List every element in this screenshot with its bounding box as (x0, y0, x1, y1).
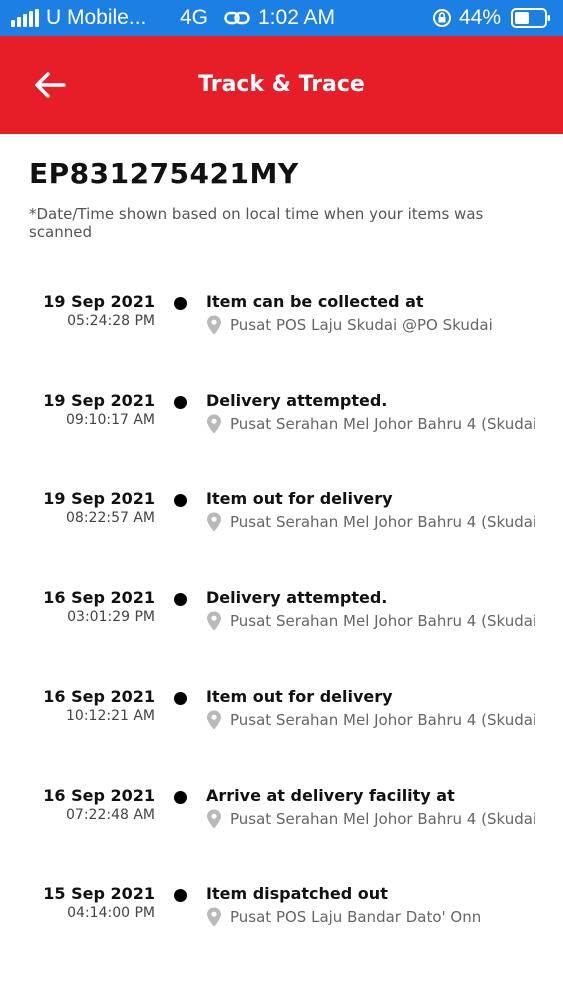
tracking-event: 19 Sep 2021 08:22:57 AM Item out for deliv… (0, 489, 563, 549)
link-icon (224, 11, 250, 25)
event-status: Item dispatched out (206, 884, 388, 904)
location-pin-icon (207, 414, 221, 434)
page-title: Track & Trace (198, 72, 365, 97)
location-pin-icon (207, 611, 221, 631)
event-status: Arrive at delivery facility at (206, 785, 455, 805)
event-time: 05:24:28 PM (67, 313, 155, 329)
tracking-event: 16 Sep 2021 07:22:48 AM Arrive at delivery… (0, 786, 563, 846)
event-location: Pusat Serahan Mel Johor Bahru 4 (Skudai) (206, 809, 535, 831)
app-header: Track & Trace (0, 36, 563, 134)
event-status: Delivery attempted. (206, 588, 388, 608)
event-time: 10:12:21 AM (66, 707, 155, 724)
event-time: 08:22:57 AM (66, 510, 155, 527)
event-location-text: Pusat POS Laju Skudai @PO Skudai (230, 316, 493, 334)
event-location: Pusat POS Laju Bandar Dato' Onn (206, 907, 535, 929)
event-date: 19 Sep 2021 (43, 292, 155, 311)
timezone-note: *Date/Time shown based on local time whe… (29, 205, 484, 241)
event-location-text: Pusat Serahan Mel Johor Bahru 4 (Skudai) (230, 513, 535, 532)
event-location-text: Pusat Serahan Mel Johor Bahru 4 (Skudai) (230, 710, 535, 729)
rotation-lock-icon (433, 9, 451, 27)
event-time: 04:14:00 PM (67, 905, 155, 922)
event-date: 16 Sep 2021 (43, 686, 155, 706)
event-status: Item can be collected at (206, 292, 424, 311)
network-type: 4G (180, 6, 209, 29)
tracking-event: 16 Sep 2021 10:12:21 AM Item out for deliv… (0, 687, 563, 747)
timeline-dot (174, 494, 187, 508)
event-time: 09:10:17 AM (66, 411, 155, 428)
event-location: Pusat Serahan Mel Johor Bahru 4 (Skudai) (206, 710, 535, 732)
location-pin-icon (207, 315, 221, 335)
timeline-dot (174, 593, 187, 607)
tracking-event: 15 Sep 2021 04:14:00 PM Item dispatched ou… (0, 884, 563, 944)
location-pin-icon (207, 809, 221, 828)
tracking-event: 19 Sep 2021 05:24:28 PM Item can be collec… (0, 292, 563, 352)
tracking-event: 19 Sep 2021 09:10:17 AM Delivery attempted… (0, 391, 563, 451)
event-date: 16 Sep 2021 (43, 785, 155, 805)
event-date: 19 Sep 2021 (43, 489, 155, 509)
timeline-dot (174, 790, 187, 804)
event-location: Pusat Serahan Mel Johor Bahru 4 (Skudai) (206, 512, 535, 534)
status-bar: U Mobile... 4G 1:02 AM 44% (0, 0, 563, 36)
tracking-number: EP831275421MY (29, 157, 299, 190)
timeline-dot (174, 297, 187, 310)
event-location-text: Pusat POS Laju Bandar Dato' Onn (230, 908, 482, 927)
location-pin-icon (207, 710, 221, 730)
location-pin-icon (207, 907, 221, 927)
event-location-text: Pusat Serahan Mel Johor Bahru 4 (Skudai) (230, 612, 535, 631)
event-location-text: Pusat Serahan Mel Johor Bahru 4 (Skudai) (230, 809, 535, 828)
event-status: Delivery attempted. (206, 390, 388, 410)
event-time: 03:01:29 PM (67, 609, 155, 626)
event-location: Pusat Serahan Mel Johor Bahru 4 (Skudai) (206, 414, 535, 436)
carrier-name: U Mobile... (46, 6, 147, 29)
event-date: 19 Sep 2021 (43, 390, 155, 410)
clock: 1:02 AM (258, 6, 336, 29)
event-time: 07:22:48 AM (66, 806, 155, 823)
timeline-dot (174, 691, 187, 705)
timeline-dot (174, 889, 187, 903)
tracking-event: 16 Sep 2021 03:01:29 PM Delivery attempted… (0, 588, 563, 648)
event-location-text: Pusat Serahan Mel Johor Bahru 4 (Skudai) (230, 414, 535, 433)
event-status: Item out for delivery (206, 686, 393, 706)
event-status: Item out for delivery (206, 489, 393, 509)
timeline-dot (174, 395, 187, 409)
event-date: 16 Sep 2021 (43, 588, 155, 608)
event-date: 15 Sep 2021 (43, 884, 155, 904)
battery-percentage: 44% (459, 6, 502, 29)
location-pin-icon (207, 512, 221, 532)
event-location: Pusat POS Laju Skudai @PO Skudai (206, 315, 535, 337)
event-location: Pusat Serahan Mel Johor Bahru 4 (Skudai) (206, 611, 535, 633)
battery-icon (511, 8, 550, 28)
